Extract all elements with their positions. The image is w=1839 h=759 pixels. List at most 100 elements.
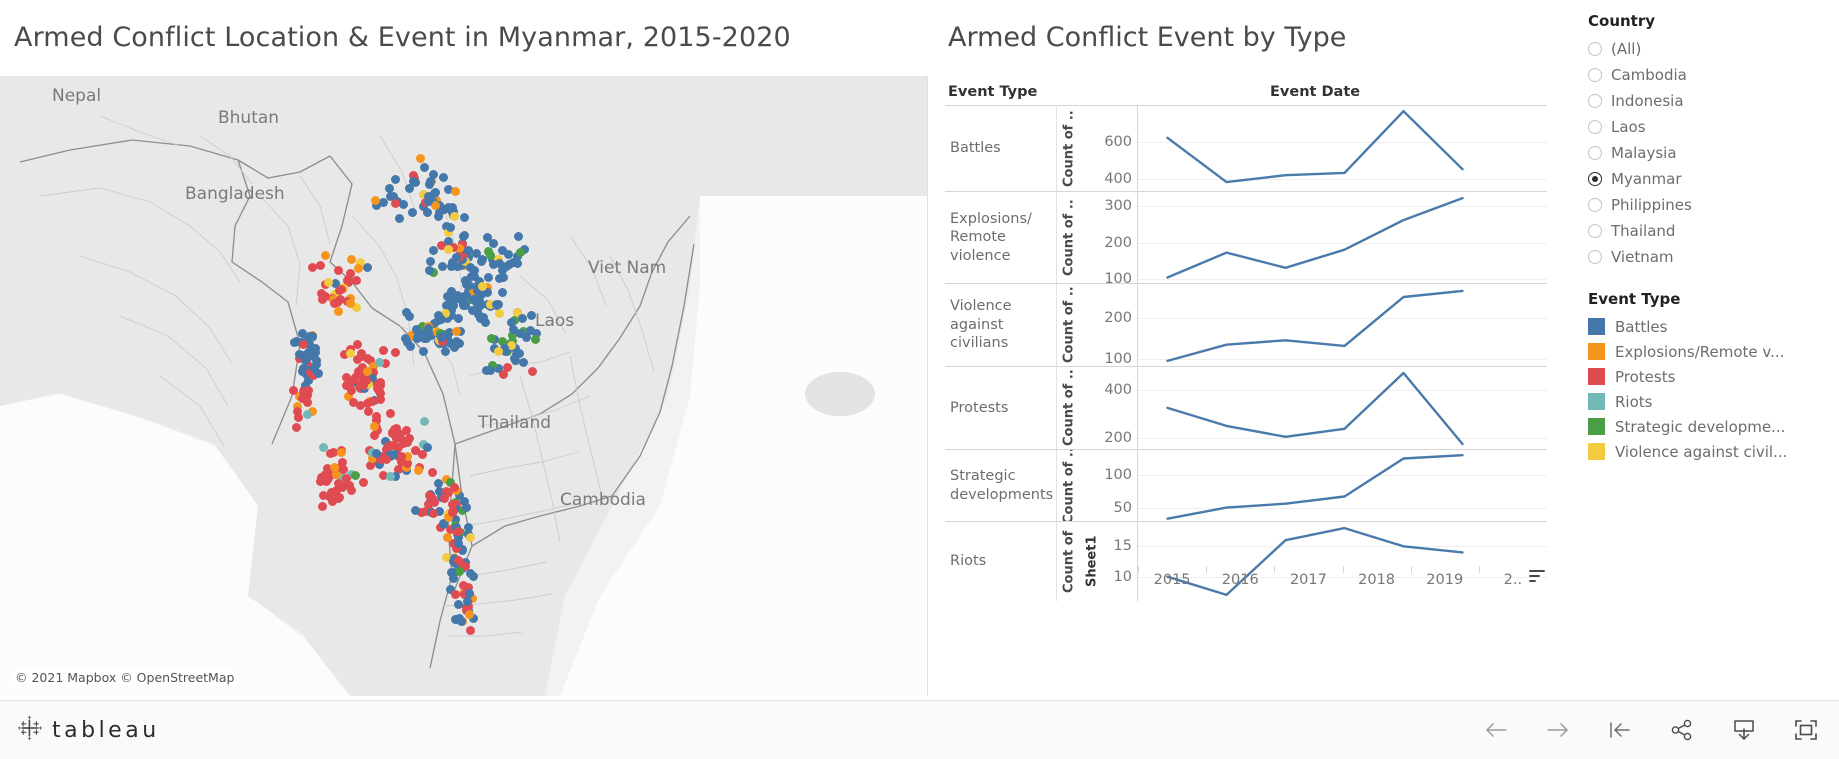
map-event-dot[interactable] — [450, 187, 460, 197]
map-event-dot[interactable] — [371, 195, 381, 205]
row-label-battles[interactable]: Battles — [945, 106, 1057, 191]
map-event-dot[interactable] — [438, 331, 448, 341]
map-event-dot[interactable] — [317, 502, 327, 512]
map-event-dot[interactable] — [516, 247, 526, 257]
country-option-indonesia[interactable]: Indonesia — [1588, 88, 1839, 114]
map-event-dot[interactable] — [346, 386, 356, 396]
country-option-all[interactable]: (All) — [1588, 36, 1839, 62]
legend-item[interactable]: Battles — [1588, 314, 1839, 339]
country-option-cambodia[interactable]: Cambodia — [1588, 62, 1839, 88]
map-event-dot[interactable] — [348, 397, 358, 407]
map-event-dot[interactable] — [453, 314, 463, 323]
legend-item[interactable]: Strategic developme... — [1588, 414, 1839, 439]
country-option-philippines[interactable]: Philippines — [1588, 192, 1839, 218]
map-event-dot[interactable] — [509, 353, 519, 363]
back-button[interactable] — [1479, 713, 1513, 747]
map-event-dot[interactable] — [504, 260, 514, 270]
country-option-malaysia[interactable]: Malaysia — [1588, 140, 1839, 166]
map-event-dot[interactable] — [454, 555, 464, 565]
tableau-logo[interactable]: tableau — [17, 715, 160, 745]
map-event-dot[interactable] — [356, 349, 366, 359]
row-label-violence-against-civilians[interactable]: Violence against civilians — [945, 284, 1057, 366]
map-event-dot[interactable] — [460, 275, 470, 285]
map-event-dot[interactable] — [383, 441, 393, 451]
map-event-dot[interactable] — [459, 291, 469, 301]
legend-item[interactable]: Violence against civil... — [1588, 439, 1839, 464]
map-event-dot[interactable] — [428, 169, 438, 179]
map-event-dot[interactable] — [370, 421, 380, 431]
map-event-dot[interactable] — [482, 365, 492, 375]
map-event-dot[interactable] — [318, 443, 328, 453]
map-event-dot[interactable] — [316, 289, 326, 299]
map-event-dot[interactable] — [434, 310, 443, 320]
country-option-laos[interactable]: Laos — [1588, 114, 1839, 140]
map-event-dot[interactable] — [372, 379, 382, 389]
map-event-dot[interactable] — [425, 490, 434, 500]
map-event-dot[interactable] — [498, 245, 508, 255]
map-event-dot[interactable] — [378, 345, 388, 355]
legend-item[interactable]: Explosions/Remote v... — [1588, 339, 1839, 364]
map-event-dot[interactable] — [320, 250, 330, 260]
line-chart-explosions-remote-violence[interactable] — [1137, 192, 1547, 283]
map-event-dot[interactable] — [450, 614, 460, 624]
map-event-dot[interactable] — [458, 580, 468, 590]
map-event-dot[interactable] — [480, 317, 490, 327]
map-event-dot[interactable] — [422, 443, 432, 453]
map-event-dot[interactable] — [441, 347, 450, 356]
map-event-dot[interactable] — [451, 327, 461, 336]
map-event-dot[interactable] — [345, 299, 355, 309]
row-label-explosions-remote-violence[interactable]: Explosions/ Remote violence — [945, 192, 1057, 283]
radio-button-icon[interactable] — [1588, 42, 1602, 56]
forward-button[interactable] — [1541, 713, 1575, 747]
row-label-protests[interactable]: Protests — [945, 367, 1057, 449]
map-event-dot[interactable] — [338, 465, 348, 474]
map-event-dot[interactable] — [453, 539, 463, 549]
map-event-dot[interactable] — [311, 347, 321, 357]
map-event-dot[interactable] — [483, 272, 493, 282]
map-event-dot[interactable] — [498, 272, 508, 282]
map-event-dot[interactable] — [525, 325, 535, 335]
map-event-dot[interactable] — [334, 306, 344, 316]
sort-icon[interactable] — [1529, 570, 1545, 583]
radio-button-icon[interactable] — [1588, 120, 1602, 134]
map-event-dot[interactable] — [415, 153, 425, 163]
map-event-dot[interactable] — [437, 261, 447, 271]
line-chart-strategic-developments[interactable] — [1137, 450, 1547, 521]
country-option-vietnam[interactable]: Vietnam — [1588, 244, 1839, 270]
map-event-dot[interactable] — [493, 346, 503, 356]
fullscreen-icon[interactable] — [1789, 713, 1823, 747]
radio-button-icon[interactable] — [1588, 146, 1602, 160]
map-event-dot[interactable] — [464, 610, 474, 619]
share-icon[interactable] — [1665, 713, 1699, 747]
map-event-dot[interactable] — [449, 211, 459, 221]
map-event-dot[interactable] — [498, 369, 508, 379]
revert-button[interactable] — [1603, 713, 1637, 747]
map-event-dot[interactable] — [473, 295, 482, 304]
map-event-dot[interactable] — [527, 366, 537, 376]
map-event-dot[interactable] — [394, 214, 404, 224]
radio-button-icon[interactable] — [1588, 224, 1602, 238]
map-event-dot[interactable] — [320, 475, 330, 485]
legend-item[interactable]: Riots — [1588, 389, 1839, 414]
map-event-dot[interactable] — [330, 493, 340, 503]
map-event-dot[interactable] — [376, 388, 385, 398]
map-event-dot[interactable] — [297, 393, 307, 403]
row-label-strategic-developments[interactable]: Strategic developments — [945, 450, 1057, 521]
radio-button-icon[interactable] — [1588, 250, 1602, 264]
radio-button-icon[interactable] — [1588, 68, 1602, 82]
line-chart-battles[interactable] — [1137, 106, 1547, 191]
map-event-dot[interactable] — [483, 232, 493, 242]
map-event-dot[interactable] — [413, 465, 423, 475]
map-event-dot[interactable] — [451, 252, 461, 262]
map-event-dot[interactable] — [407, 207, 417, 217]
radio-button-icon[interactable] — [1588, 198, 1602, 212]
map-event-dot[interactable] — [466, 262, 475, 272]
map-event-dot[interactable] — [364, 406, 374, 416]
map-event-dot[interactable] — [404, 434, 414, 444]
map-event-dot[interactable] — [513, 231, 523, 241]
map-event-dot[interactable] — [351, 275, 361, 285]
map-event-dot[interactable] — [438, 519, 448, 529]
legend-item[interactable]: Protests — [1588, 364, 1839, 389]
line-chart-protests[interactable] — [1137, 367, 1547, 449]
map-event-dot[interactable] — [309, 363, 319, 373]
